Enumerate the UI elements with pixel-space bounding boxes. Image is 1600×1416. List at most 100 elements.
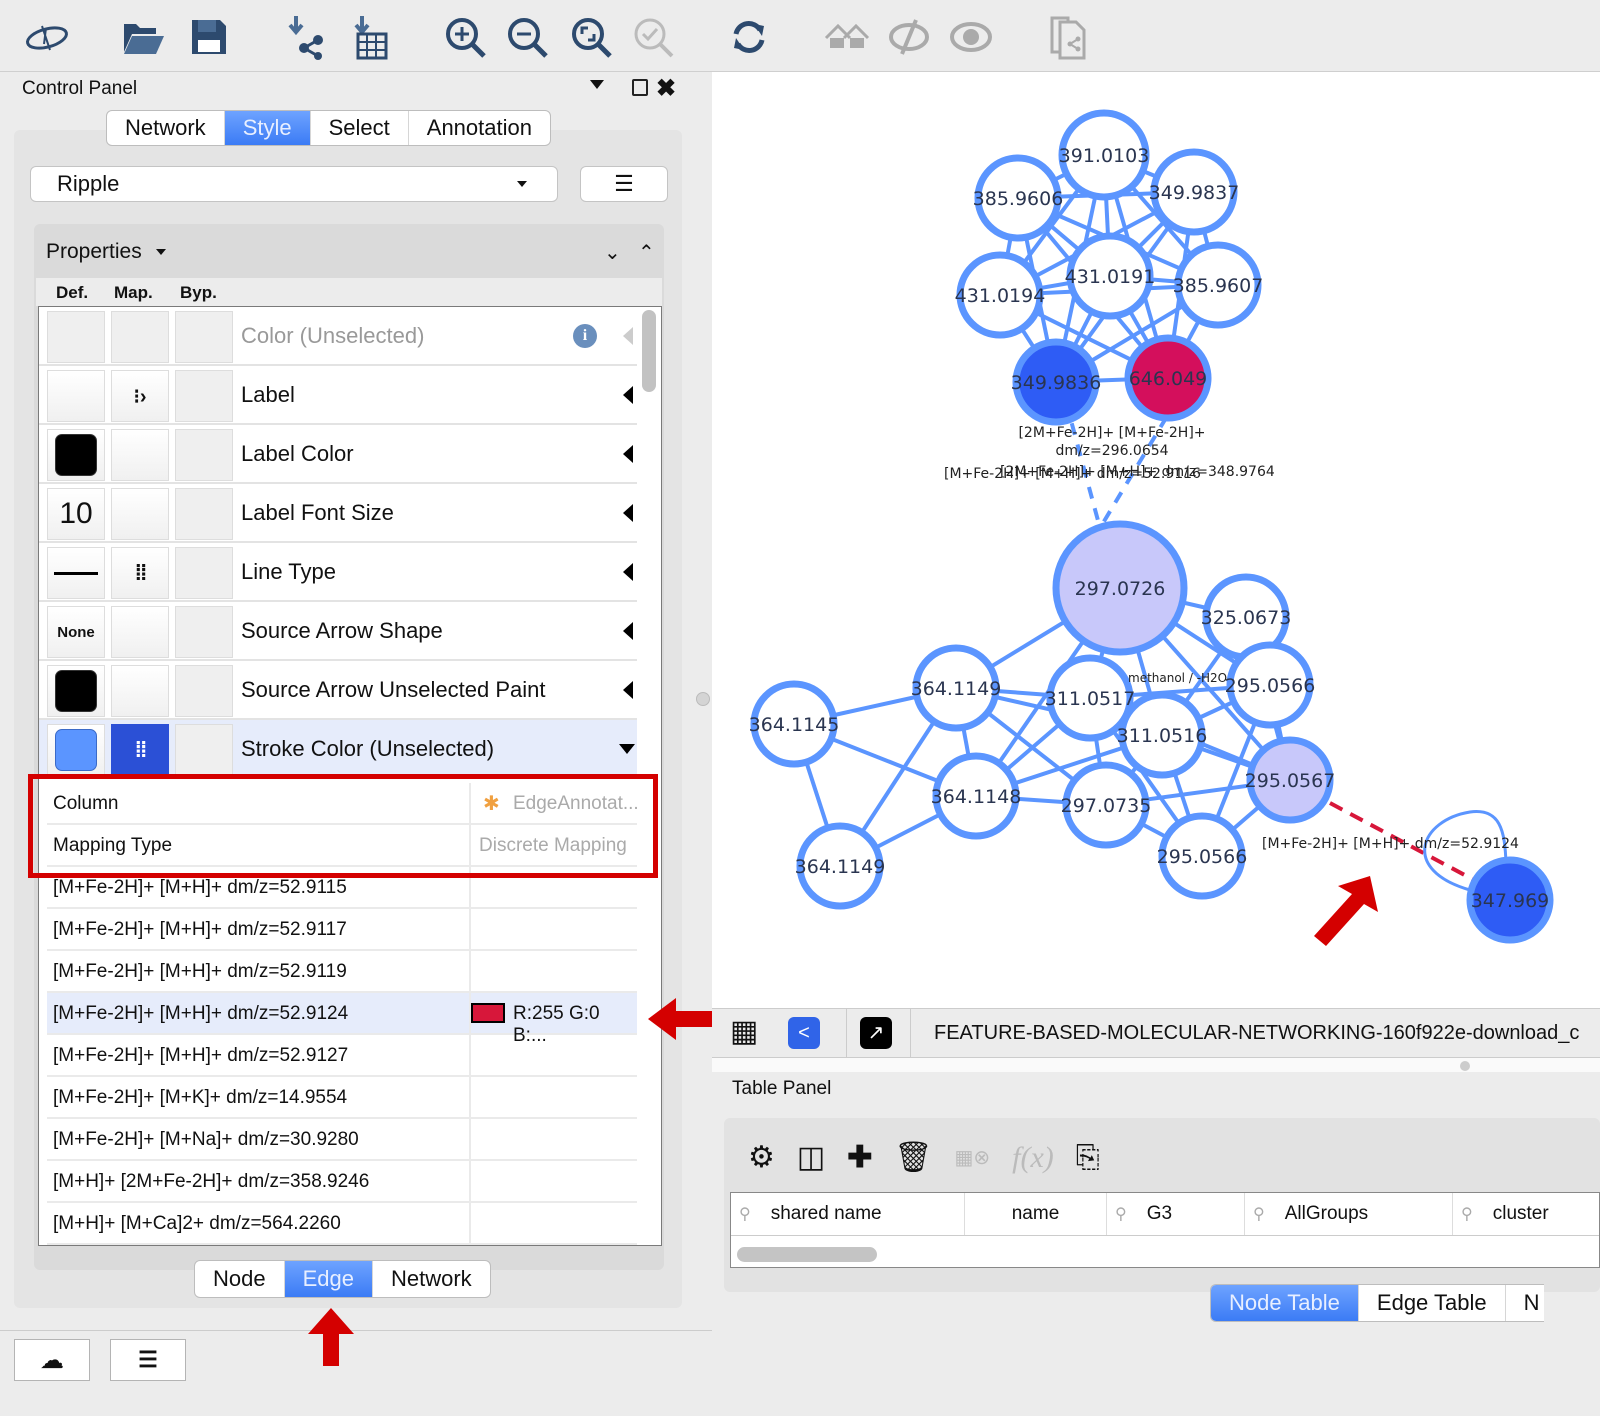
network-node[interactable]: 364.1149: [795, 822, 886, 910]
bypass-cell[interactable]: [175, 547, 233, 599]
export-network-image-icon[interactable]: [1044, 12, 1094, 62]
network-node[interactable]: 431.0194: [955, 251, 1046, 339]
bypass-cell[interactable]: [175, 665, 233, 717]
horizontal-splitter[interactable]: [712, 1058, 1600, 1072]
style-options-button[interactable]: ☰: [580, 166, 668, 202]
network-node[interactable]: 364.1148: [931, 752, 1022, 840]
network-node[interactable]: 385.9606: [973, 154, 1064, 242]
collapse-all-icon[interactable]: ⌃: [638, 240, 655, 265]
property-row-label-font-size[interactable]: 10 Label Font Size: [39, 484, 637, 543]
network-node[interactable]: 297.0735: [1061, 761, 1152, 849]
tab-node-table[interactable]: Node Table: [1211, 1285, 1359, 1321]
show-columns-icon[interactable]: ◫: [797, 1140, 825, 1175]
tab-network[interactable]: Network: [107, 111, 225, 145]
zoom-out-icon[interactable]: [502, 12, 552, 62]
mapping-entry-row[interactable]: [M+Fe-2H]+ [M+H]+ dm/z=52.9127: [47, 1035, 637, 1077]
bypass-cell[interactable]: [175, 724, 233, 776]
properties-scrollbar[interactable]: [642, 310, 656, 392]
network-node[interactable]: 349.9836: [1011, 338, 1102, 426]
mapping-cell[interactable]: [111, 311, 169, 363]
column-header-g3[interactable]: ⚲ G3: [1107, 1193, 1245, 1235]
network-node[interactable]: 364.1149: [911, 644, 1002, 732]
mapping-cell[interactable]: [111, 606, 169, 658]
mapping-cell[interactable]: [111, 429, 169, 481]
zoom-in-icon[interactable]: [440, 12, 490, 62]
default-value-cell[interactable]: [47, 547, 105, 599]
mapping-entry-row[interactable]: [M+H]+ [2M+Fe-2H]+ dm/z=358.9246: [47, 1161, 637, 1203]
network-node[interactable]: 297.0726: [1052, 520, 1188, 656]
float-panel-icon[interactable]: [632, 79, 648, 96]
property-row-source-arrow-paint[interactable]: Source Arrow Unselected Paint: [39, 661, 637, 720]
default-value-cell[interactable]: [47, 370, 105, 422]
list-button[interactable]: ☰: [110, 1339, 186, 1381]
network-node[interactable]: 364.1145: [749, 680, 840, 768]
tab-style[interactable]: Style: [224, 111, 311, 145]
default-value-cell[interactable]: [47, 311, 105, 363]
expand-arrow-icon[interactable]: [623, 327, 633, 345]
property-row-line-type[interactable]: ⁞⁞ Line Type: [39, 543, 637, 602]
network-node[interactable]: 385.9607: [1173, 241, 1264, 329]
network-node[interactable]: 295.0567: [1245, 736, 1336, 824]
mapping-cell[interactable]: [111, 665, 169, 717]
add-column-icon[interactable]: ✚: [847, 1140, 872, 1175]
network-node[interactable]: 311.0516: [1117, 691, 1208, 779]
mapping-entry-row[interactable]: [M+Fe-2H]+ [M+H]+ dm/z=52.9119: [47, 951, 637, 993]
bypass-cell[interactable]: [175, 606, 233, 658]
refresh-layout-icon[interactable]: [724, 12, 774, 62]
tab-edge[interactable]: Edge: [284, 1261, 373, 1297]
import-network-icon[interactable]: [280, 12, 330, 62]
network-node[interactable]: 391.0103: [1058, 109, 1150, 201]
mapping-entry-row[interactable]: [M+H]+ [M+Ca]2+ dm/z=564.2260: [47, 1203, 637, 1245]
expand-arrow-icon[interactable]: [623, 622, 633, 640]
settings-gear-icon[interactable]: ⚙: [748, 1140, 775, 1175]
show-icon[interactable]: [946, 12, 996, 62]
network-node[interactable]: 347.969: [1466, 856, 1554, 944]
bypass-cell[interactable]: [175, 429, 233, 481]
mapping-cell[interactable]: ⁞⁞: [111, 724, 169, 776]
cloud-button[interactable]: ☁: [14, 1339, 90, 1381]
default-value-cell[interactable]: 10: [47, 488, 105, 540]
mapping-cell[interactable]: [111, 488, 169, 540]
bypass-cell[interactable]: [175, 488, 233, 540]
mapping-entry-row[interactable]: [M+Fe-2H]+ [M+H]+ dm/z=52.9124 R:255 G:0 …: [47, 993, 637, 1046]
link-table-icon[interactable]: ▦⊗: [955, 1145, 991, 1170]
property-row-label[interactable]: ⁝› Label: [39, 366, 637, 425]
home-icon[interactable]: [822, 12, 872, 62]
network-node[interactable]: 295.0566: [1225, 641, 1316, 729]
grid-view-icon[interactable]: ▦: [730, 1015, 758, 1049]
bypass-cell[interactable]: [175, 370, 233, 422]
panel-menu-icon[interactable]: [590, 80, 604, 89]
network-node[interactable]: 431.0191: [1065, 232, 1156, 320]
default-value-cell[interactable]: [47, 429, 105, 481]
network-share-icon[interactable]: <: [788, 1017, 820, 1049]
mapping-cell[interactable]: ⁝›: [111, 370, 169, 422]
tab-network-table[interactable]: N: [1506, 1285, 1544, 1321]
properties-dropdown[interactable]: Properties: [46, 240, 166, 264]
mapping-entry-row[interactable]: [M+Fe-2H]+ [M+H]+ dm/z=52.9117: [47, 909, 637, 951]
mapping-cell[interactable]: ⁞⁞: [111, 547, 169, 599]
expand-arrow-icon[interactable]: [623, 445, 633, 463]
property-row-stroke-color[interactable]: ⁞⁞ Stroke Color (Unselected): [39, 720, 637, 779]
network-node[interactable]: 349.9837: [1149, 148, 1240, 236]
zoom-selected-icon[interactable]: [628, 12, 678, 62]
export-table-icon[interactable]: ⎘: [1076, 1141, 1100, 1175]
network-view[interactable]: 391.0103 385.9606 349.9837 431.0191 431.0194…: [712, 72, 1600, 1008]
mapping-entry-row[interactable]: [M+Fe-2H]+ [M+K]+ dm/z=14.9554: [47, 1077, 637, 1119]
column-header-cluster[interactable]: ⚲ cluster: [1453, 1193, 1600, 1235]
tab-node[interactable]: Node: [195, 1261, 285, 1297]
open-folder-icon[interactable]: [118, 12, 168, 62]
default-value-cell[interactable]: [47, 724, 105, 776]
detach-view-icon[interactable]: ↗: [860, 1017, 892, 1049]
property-row-source-arrow-shape[interactable]: None Source Arrow Shape: [39, 602, 637, 661]
column-header-name[interactable]: name: [965, 1193, 1107, 1235]
property-row-color-unselected[interactable]: Color (Unselected) i: [39, 307, 637, 366]
expand-arrow-icon[interactable]: [623, 504, 633, 522]
save-icon[interactable]: [184, 12, 234, 62]
default-value-cell[interactable]: [47, 665, 105, 717]
network-node[interactable]: 295.0566: [1157, 812, 1248, 900]
table-horizontal-scrollbar[interactable]: [737, 1247, 877, 1262]
delete-column-icon[interactable]: 🗑: [894, 1140, 932, 1175]
tab-network-style[interactable]: Network: [373, 1261, 490, 1297]
column-header-shared-name[interactable]: ⚲ shared name: [731, 1193, 965, 1235]
info-icon[interactable]: i: [573, 324, 597, 348]
